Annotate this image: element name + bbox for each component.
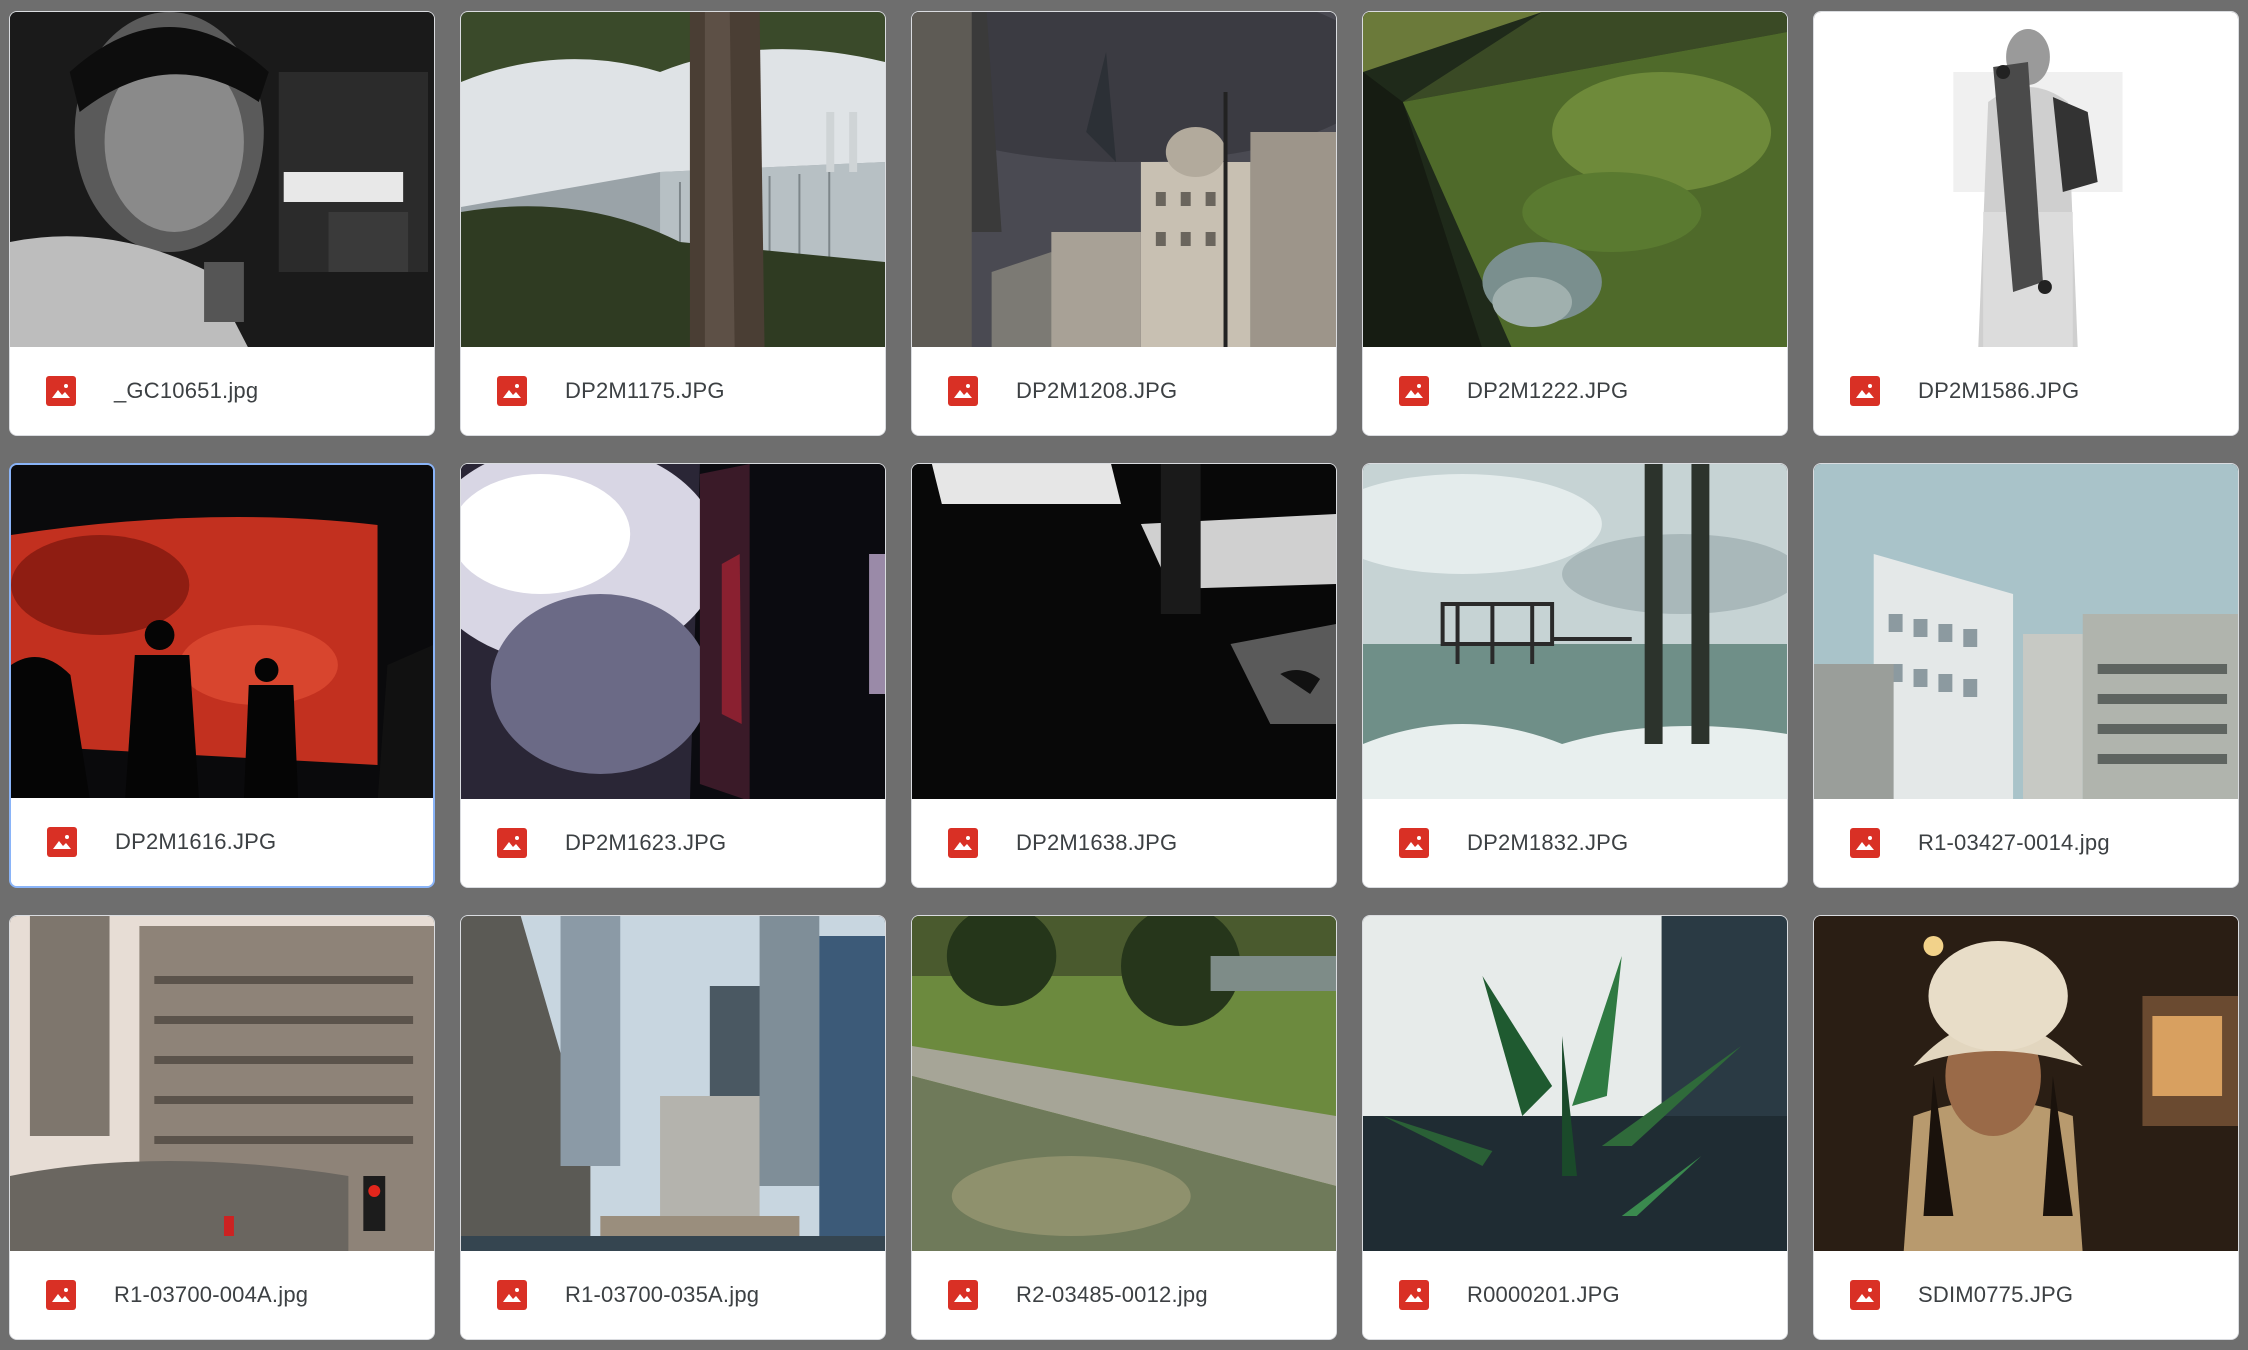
file-card[interactable]: SDIM0775.JPG [1813,915,2239,1340]
file-card[interactable]: DP2M1638.JPG [911,463,1337,888]
file-name: DP2M1623.JPG [565,830,727,855]
file-name: R1-03700-035A.jpg [565,1282,760,1307]
file-name: R1-03427-0014.jpg [1918,830,2110,855]
file-card-footer: _GC10651.jpg [10,347,434,435]
file-card-footer: DP2M1586.JPG [1814,347,2238,435]
file-card[interactable]: R1-03700-035A.jpg [460,915,886,1340]
file-name: R0000201.JPG [1467,1282,1620,1307]
image-file-icon [1850,376,1880,406]
file-name: SDIM0775.JPG [1918,1282,2074,1307]
image-file-icon [46,1280,76,1310]
file-thumbnail [11,465,433,802]
file-name: DP2M1175.JPG [565,378,725,403]
image-file-icon [948,828,978,858]
file-thumbnail [461,916,885,1253]
file-card[interactable]: DP2M1616.JPG [9,463,435,888]
file-thumbnail [10,916,434,1253]
image-file-icon [497,828,527,858]
file-card[interactable]: R1-03700-004A.jpg [9,915,435,1340]
file-card-footer: R0000201.JPG [1363,1251,1787,1339]
file-card[interactable]: R0000201.JPG [1362,915,1788,1340]
file-card[interactable]: R2-03485-0012.jpg [911,915,1337,1340]
file-card[interactable]: DP2M1175.JPG [460,11,886,436]
file-thumbnail [1814,464,2238,801]
file-name: DP2M1638.JPG [1016,830,1178,855]
file-card[interactable]: R1-03427-0014.jpg [1813,463,2239,888]
file-name: DP2M1586.JPG [1918,378,2080,403]
file-card-footer: DP2M1616.JPG [11,798,433,886]
file-thumbnail [912,464,1336,801]
file-name: DP2M1832.JPG [1467,830,1629,855]
file-thumbnail [1814,12,2238,349]
file-card[interactable]: DP2M1208.JPG [911,11,1337,436]
file-thumbnail [10,12,434,349]
file-name: R1-03700-004A.jpg [114,1282,309,1307]
file-grid: _GC10651.jpg DP2M1175.JPG DP2M1208.JPG D… [9,11,2239,1340]
file-name: _GC10651.jpg [114,378,259,403]
file-card-footer: DP2M1638.JPG [912,799,1336,887]
file-thumbnail [461,12,885,349]
file-card-footer: DP2M1222.JPG [1363,347,1787,435]
file-card-footer: DP2M1623.JPG [461,799,885,887]
file-card-footer: R2-03485-0012.jpg [912,1251,1336,1339]
image-file-icon [1850,1280,1880,1310]
image-file-icon [948,1280,978,1310]
file-card[interactable]: _GC10651.jpg [9,11,435,436]
file-thumbnail [1363,464,1787,801]
file-card-footer: R1-03427-0014.jpg [1814,799,2238,887]
file-card-footer: R1-03700-004A.jpg [10,1251,434,1339]
file-card[interactable]: DP2M1832.JPG [1362,463,1788,888]
image-file-icon [497,1280,527,1310]
image-file-icon [1850,828,1880,858]
file-thumbnail [1363,12,1787,349]
file-thumbnail [1814,916,2238,1253]
file-card-footer: DP2M1175.JPG [461,347,885,435]
file-name: DP2M1208.JPG [1016,378,1178,403]
file-card-footer: DP2M1208.JPG [912,347,1336,435]
file-card[interactable]: DP2M1623.JPG [460,463,886,888]
file-thumbnail [912,916,1336,1253]
file-card-footer: R1-03700-035A.jpg [461,1251,885,1339]
file-card[interactable]: DP2M1586.JPG [1813,11,2239,436]
file-thumbnail [1363,916,1787,1253]
file-name: DP2M1222.JPG [1467,378,1629,403]
file-name: DP2M1616.JPG [115,829,277,854]
image-file-icon [948,376,978,406]
file-thumbnail [461,464,885,801]
file-thumbnail [912,12,1336,349]
image-file-icon [47,827,77,857]
file-card-footer: DP2M1832.JPG [1363,799,1787,887]
file-card[interactable]: DP2M1222.JPG [1362,11,1788,436]
image-file-icon [1399,376,1429,406]
image-file-icon [46,376,76,406]
file-card-footer: SDIM0775.JPG [1814,1251,2238,1339]
image-file-icon [1399,828,1429,858]
file-name: R2-03485-0012.jpg [1016,1282,1208,1307]
image-file-icon [1399,1280,1429,1310]
image-file-icon [497,376,527,406]
